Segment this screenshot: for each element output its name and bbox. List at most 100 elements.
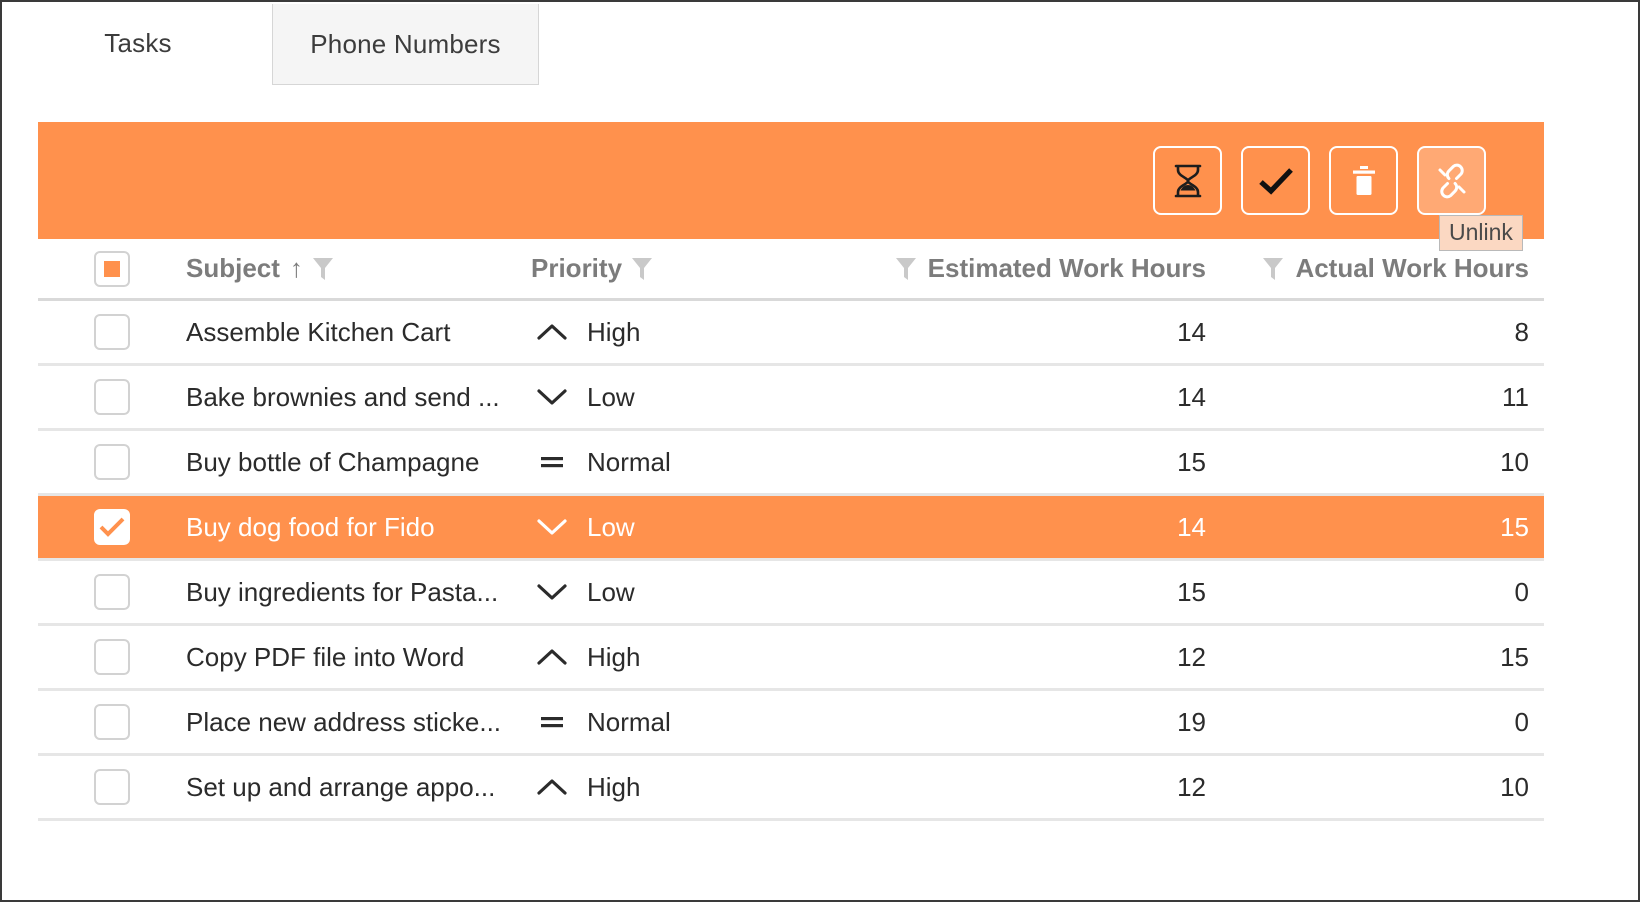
tab-label: Tasks xyxy=(104,28,171,59)
column-header-subject[interactable]: Subject↑ xyxy=(186,253,531,284)
tab-phone-numbers[interactable]: Phone Numbers xyxy=(272,4,539,85)
row-checkbox[interactable] xyxy=(94,314,130,350)
chevron-up-icon xyxy=(531,647,573,667)
tab-tasks[interactable]: Tasks xyxy=(4,4,272,82)
grid-header-row: Subject↑Priority Estimated Work Hours Actu… xyxy=(38,239,1544,301)
cell-subject: Bake brownies and send ... xyxy=(186,382,531,413)
checkmark-icon xyxy=(99,516,125,538)
cell-actual-work-hours: 11 xyxy=(1206,382,1544,413)
delete-button[interactable] xyxy=(1329,146,1398,215)
grid-body: Assemble Kitchen CartHigh148Bake brownie… xyxy=(38,301,1544,821)
cell-estimated-work-hours: 12 xyxy=(876,642,1206,673)
filter-icon[interactable] xyxy=(895,256,917,282)
row-checkbox[interactable] xyxy=(94,379,130,415)
cell-estimated-work-hours: 19 xyxy=(876,707,1206,738)
defer-button[interactable] xyxy=(1153,146,1222,215)
cell-estimated-work-hours: 14 xyxy=(876,512,1206,543)
row-select-cell xyxy=(38,444,186,480)
chevron-up-icon xyxy=(531,322,573,342)
tooltip-label: Unlink xyxy=(1449,219,1513,245)
table-row[interactable]: Bake brownies and send ... Low 1411 xyxy=(38,366,1544,431)
select-all-checkbox[interactable] xyxy=(94,251,130,287)
cell-estimated-work-hours: 14 xyxy=(876,382,1206,413)
table-row[interactable]: Set up and arrange appo...High1210 xyxy=(38,756,1544,821)
tooltip-unlink: Unlink xyxy=(1439,215,1523,251)
command-toolbar xyxy=(38,122,1544,239)
column-header-actual[interactable]: Actual Work Hours xyxy=(1206,253,1544,284)
unlink-icon xyxy=(1433,163,1471,199)
cell-actual-work-hours: 0 xyxy=(1206,707,1544,738)
priority-label: Normal xyxy=(587,447,671,478)
cell-estimated-work-hours: 15 xyxy=(876,447,1206,478)
equals-icon xyxy=(531,452,573,472)
unlink-button[interactable] xyxy=(1417,146,1486,215)
tab-strip: Tasks Phone Numbers xyxy=(4,4,1640,82)
column-header-priority[interactable]: Priority xyxy=(531,253,876,284)
row-select-cell xyxy=(38,314,186,350)
row-checkbox[interactable] xyxy=(94,704,130,740)
table-row[interactable]: Copy PDF file into Word High 1215 xyxy=(38,626,1544,691)
row-select-cell xyxy=(38,769,186,805)
column-header-estimated[interactable]: Estimated Work Hours xyxy=(876,253,1206,284)
cell-actual-work-hours: 10 xyxy=(1206,447,1544,478)
row-select-cell xyxy=(38,704,186,740)
column-header-label: Estimated Work Hours xyxy=(928,253,1206,284)
priority-label: High xyxy=(587,642,640,673)
priority-label: Low xyxy=(587,512,635,543)
chevron-up-icon xyxy=(531,777,573,797)
column-header-label: Priority xyxy=(531,253,622,284)
chevron-down-icon xyxy=(531,582,573,602)
table-row[interactable]: Place new address sticke...Normal190 xyxy=(38,691,1544,756)
row-select-cell xyxy=(38,379,186,415)
cell-estimated-work-hours: 12 xyxy=(876,772,1206,803)
chevron-down-icon xyxy=(531,517,573,537)
cell-subject: Place new address sticke... xyxy=(186,707,531,738)
chevron-down-icon xyxy=(531,387,573,407)
sort-ascending-icon: ↑ xyxy=(290,253,303,284)
hourglass-icon xyxy=(1171,163,1205,199)
priority-label: Low xyxy=(587,577,635,608)
cell-priority: Low xyxy=(531,512,876,543)
priority-label: High xyxy=(587,317,640,348)
tab-label: Phone Numbers xyxy=(310,29,500,60)
indeterminate-square-icon xyxy=(104,261,120,277)
cell-actual-work-hours: 8 xyxy=(1206,317,1544,348)
app-window: Tasks Phone Numbers Unlink Subject↑Priori… xyxy=(0,0,1640,902)
cell-priority: Low xyxy=(531,577,876,608)
filter-icon[interactable] xyxy=(312,256,334,282)
cell-priority: Low xyxy=(531,382,876,413)
cell-actual-work-hours: 0 xyxy=(1206,577,1544,608)
filter-icon[interactable] xyxy=(631,256,653,282)
row-checkbox[interactable] xyxy=(94,639,130,675)
cell-subject: Assemble Kitchen Cart xyxy=(186,317,531,348)
cell-priority: High xyxy=(531,317,876,348)
cell-actual-work-hours: 10 xyxy=(1206,772,1544,803)
row-select-cell xyxy=(38,509,186,545)
row-checkbox[interactable] xyxy=(94,574,130,610)
table-row[interactable]: Buy bottle of Champagne Normal 1510 xyxy=(38,431,1544,496)
table-row[interactable]: Buy ingredients for Pasta...Low150 xyxy=(38,561,1544,626)
tasks-grid: Subject↑Priority Estimated Work Hours Actu… xyxy=(38,239,1544,821)
table-row[interactable]: Assemble Kitchen Cart High 148 xyxy=(38,301,1544,366)
complete-button[interactable] xyxy=(1241,146,1310,215)
table-row[interactable]: Buy dog food for FidoLow1415 xyxy=(38,496,1544,561)
row-checkbox[interactable] xyxy=(94,769,130,805)
cell-priority: High xyxy=(531,642,876,673)
cell-actual-work-hours: 15 xyxy=(1206,642,1544,673)
row-select-cell xyxy=(38,574,186,610)
filter-icon[interactable] xyxy=(1262,256,1284,282)
cell-estimated-work-hours: 14 xyxy=(876,317,1206,348)
cell-priority: Normal xyxy=(531,707,876,738)
cell-subject: Buy dog food for Fido xyxy=(186,512,531,543)
row-checkbox[interactable] xyxy=(94,444,130,480)
row-select-cell xyxy=(38,639,186,675)
priority-label: High xyxy=(587,772,640,803)
priority-label: Low xyxy=(587,382,635,413)
column-header-label: Actual Work Hours xyxy=(1295,253,1529,284)
check-icon xyxy=(1258,166,1294,196)
select-all-cell xyxy=(38,251,186,287)
cell-estimated-work-hours: 15 xyxy=(876,577,1206,608)
row-checkbox[interactable] xyxy=(94,509,130,545)
cell-subject: Copy PDF file into Word xyxy=(186,642,531,673)
cell-subject: Buy bottle of Champagne xyxy=(186,447,531,478)
